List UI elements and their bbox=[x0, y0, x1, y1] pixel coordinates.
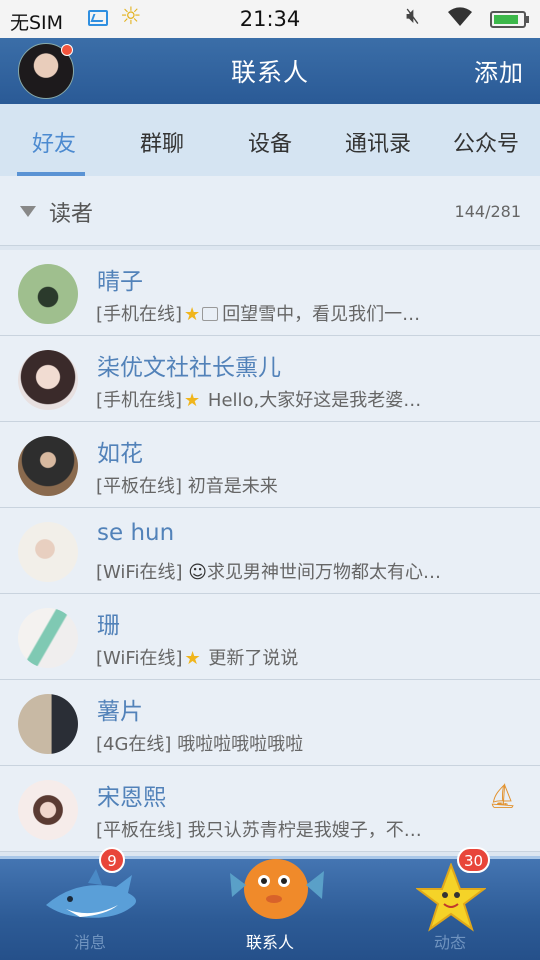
contact-name: se hun bbox=[97, 520, 175, 546]
contact-status-line: [WiFi在线] ★ 更新了说说 bbox=[96, 644, 298, 670]
caret-down-icon bbox=[20, 206, 36, 217]
tab-official-accounts[interactable]: 公众号 bbox=[432, 104, 540, 176]
contact-row[interactable]: 晴子 [手机在线] ★ 回望雪中，看见我们一… bbox=[0, 250, 540, 336]
contact-status-line: [手机在线] ★ 回望雪中，看见我们一… bbox=[96, 300, 420, 326]
mute-icon: 🔇︎ bbox=[406, 4, 420, 29]
contact-row[interactable]: 宋恩熙 [平板在线] 我只认苏青柠是我嫂子，不… ⛵︎ bbox=[0, 766, 540, 852]
contact-status: [平板在线] bbox=[96, 476, 183, 497]
fish-icon bbox=[230, 859, 324, 919]
tab-friends[interactable]: 好友 bbox=[0, 104, 108, 176]
contact-message: 哦啦啦哦啦哦啦 bbox=[177, 734, 304, 755]
contact-status: [手机在线] bbox=[96, 304, 183, 325]
nav-messages-label: 消息 bbox=[73, 933, 106, 952]
nav-contacts[interactable]: 联系人 bbox=[180, 859, 360, 960]
contact-status-line: [WiFi在线] ☺求见男神世间万物都太有心… bbox=[96, 558, 441, 584]
battery-fill bbox=[494, 15, 518, 24]
battery-icon bbox=[490, 11, 529, 28]
contact-list: 晴子 [手机在线] ★ 回望雪中，看见我们一… 柒优文社社长熏儿 [手机在线] ★ H… bbox=[0, 250, 540, 852]
bottom-nav: 9 消息 联系人 30 动态 bbox=[0, 847, 540, 960]
contact-status: [平板在线] bbox=[96, 820, 183, 841]
shark-icon bbox=[46, 869, 136, 918]
contact-name: 宋恩熙 bbox=[97, 785, 166, 811]
nav-feed[interactable]: 30 动态 bbox=[360, 847, 540, 960]
contact-message: Hello,大家好这是我老婆… bbox=[207, 390, 422, 411]
contact-status: [手机在线] bbox=[96, 390, 183, 411]
smile-icon: ☺ bbox=[188, 562, 207, 583]
contact-name: 珊 bbox=[97, 613, 120, 639]
contact-status-line: [手机在线] ★ Hello,大家好这是我老婆… bbox=[96, 386, 421, 412]
contact-avatar bbox=[18, 264, 78, 324]
contact-name: 晴子 bbox=[97, 269, 143, 295]
contact-avatar bbox=[18, 350, 78, 410]
page-title: 联系人 bbox=[230, 58, 309, 87]
group-count: 144/281 bbox=[454, 202, 521, 221]
feed-badge: 30 bbox=[457, 847, 491, 873]
title-bar: 联系人 添加 bbox=[0, 38, 540, 104]
tab-bar: 好友 群聊 设备 通讯录 公众号 bbox=[0, 104, 540, 176]
wifi-icon bbox=[448, 7, 472, 26]
contact-message: 求见男神世间万物都太有心… bbox=[207, 562, 441, 583]
contact-avatar bbox=[18, 608, 78, 668]
group-name: 读者 bbox=[49, 202, 94, 227]
contact-status: [WiFi在线] bbox=[96, 648, 183, 669]
contact-message: 我只认苏青柠是我嫂子，不… bbox=[187, 820, 422, 841]
contact-message: 回望雪中，看见我们一… bbox=[222, 304, 421, 325]
contact-status-line: [平板在线] 初音是未来 bbox=[96, 472, 278, 498]
nav-messages[interactable]: 9 消息 bbox=[0, 847, 180, 960]
nav-contacts-label: 联系人 bbox=[245, 933, 294, 952]
star-icon: ★ bbox=[184, 390, 201, 411]
status-bar: 无SIM ☼ 21:34 🔇︎ bbox=[0, 0, 540, 38]
contact-row[interactable]: 珊 [WiFi在线] ★ 更新了说说 bbox=[0, 594, 540, 680]
contact-status: [WiFi在线] bbox=[96, 562, 183, 583]
tab-groups[interactable]: 群聊 bbox=[108, 104, 216, 176]
star-icon: ★ bbox=[184, 304, 201, 325]
contact-row[interactable]: 如花 [平板在线] 初音是未来 bbox=[0, 422, 540, 508]
contact-message: 更新了说说 bbox=[208, 648, 299, 669]
contact-avatar bbox=[18, 694, 78, 754]
contact-message: 初音是未来 bbox=[187, 476, 278, 497]
star-icon: ★ bbox=[184, 648, 201, 669]
contact-avatar bbox=[18, 522, 78, 582]
contact-row[interactable]: se hun [WiFi在线] ☺求见男神世间万物都太有心… bbox=[0, 508, 540, 594]
group-header[interactable]: 读者 144/281 bbox=[0, 176, 540, 246]
contact-row[interactable]: 薯片 [4G在线] 哦啦啦哦啦哦啦 bbox=[0, 680, 540, 766]
nav-feed-label: 动态 bbox=[433, 933, 466, 952]
contact-status-line: [平板在线] 我只认苏青柠是我嫂子，不… bbox=[96, 816, 422, 842]
tab-address-book[interactable]: 通讯录 bbox=[324, 104, 432, 176]
contact-name: 柒优文社社长熏儿 bbox=[97, 355, 281, 381]
contact-status-line: [4G在线] 哦啦啦哦啦哦啦 bbox=[96, 730, 303, 756]
messages-badge: 9 bbox=[99, 847, 125, 873]
boat-icon: ⛵︎ bbox=[487, 782, 518, 810]
contact-row[interactable]: 柒优文社社长熏儿 [手机在线] ★ Hello,大家好这是我老婆… bbox=[0, 336, 540, 422]
add-button[interactable]: 添加 bbox=[474, 53, 524, 88]
contact-name: 薯片 bbox=[97, 699, 143, 725]
starfish-icon bbox=[416, 863, 486, 932]
tab-devices[interactable]: 设备 bbox=[216, 104, 324, 176]
contact-avatar bbox=[18, 436, 78, 496]
contact-status: [4G在线] bbox=[96, 734, 172, 755]
picture-icon bbox=[202, 307, 219, 321]
contact-avatar bbox=[18, 780, 78, 840]
contact-name: 如花 bbox=[97, 441, 143, 467]
